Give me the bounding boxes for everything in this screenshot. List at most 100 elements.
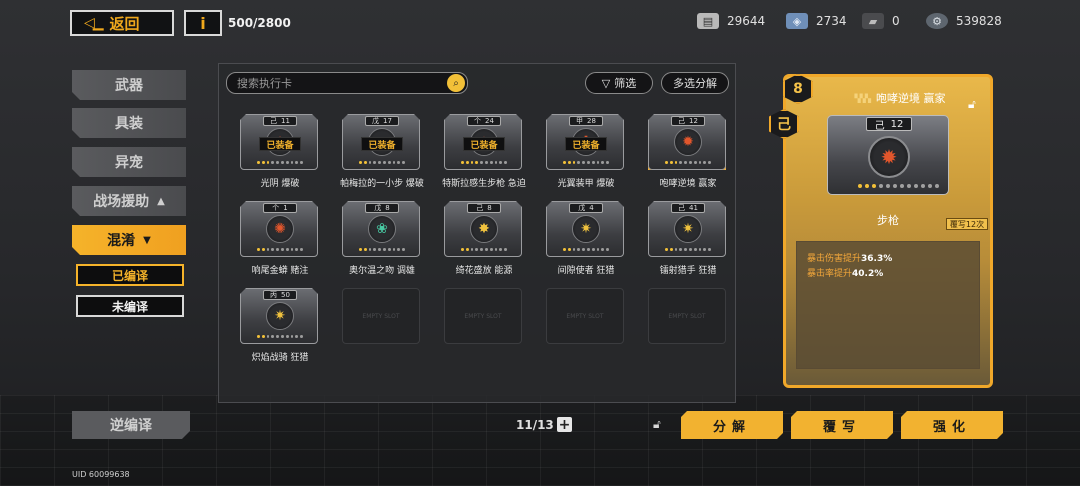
stat-line: 暴击率提升40.2% [807, 269, 884, 279]
card-cell[interactable]: 己 41 ✷ 镭射猎手 狂猎 [648, 201, 728, 278]
empty-slot-frame: EMPTY SLOT [546, 288, 624, 344]
empty-slot-frame: EMPTY SLOT [648, 288, 726, 344]
card-cell[interactable]: 丙 50 ✷ 炽焰战骑 狂猎 [240, 288, 320, 365]
sidebar-item-battlefield-support[interactable]: 战场援助 ▲ [72, 186, 186, 216]
inventory-capacity: 500/2800 [228, 16, 291, 30]
card-tag: 己 12 [671, 116, 705, 126]
card-name: 咆哮逆境 赢家 [659, 179, 717, 189]
card-tag: 个 24 [467, 116, 501, 126]
card-tag: 己 11 [263, 116, 297, 126]
sidebar-item-obfuscation[interactable]: 混淆 ▼ [72, 225, 186, 255]
plus-icon[interactable]: + [557, 417, 572, 433]
sidebar-item-weapon[interactable]: 武器 [72, 70, 186, 100]
card-cell[interactable]: 个 24 ✦ 已装备 特斯拉感生步枪 急迫 [442, 114, 526, 191]
card-cell[interactable]: 己 11 ★ 已装备 光阴 爆破 [240, 114, 320, 191]
filter-button[interactable]: ▽ 筛选 [585, 72, 653, 94]
sub-tab-compiled[interactable]: 已编译 [76, 264, 184, 286]
card-thumbnail[interactable]: 己 8 ✸ [444, 201, 522, 257]
card-cell[interactable]: 戊 4 ✷ 间隙使者 狂猎 [546, 201, 626, 278]
page-count: 11/13 [516, 418, 554, 432]
card-tag: 甲 28 [569, 116, 603, 126]
card-thumbnail[interactable]: 甲 28 ✚ 已装备 [546, 114, 624, 170]
lock-icon[interactable]: 🔓︎ [968, 97, 976, 112]
emblem-icon: ❀ [368, 215, 396, 243]
emblem-icon: ✺ [266, 215, 294, 243]
overwrite-button[interactable]: 覆写 [791, 411, 893, 439]
card-thumbnail[interactable]: 丙 50 ✷ [240, 288, 318, 344]
stripe-decoration-icon: ▚▚▚ [854, 93, 872, 103]
empty-slot: EMPTY SLOT [546, 288, 626, 365]
emblem-icon: ✸ [470, 215, 498, 243]
level-pips [257, 335, 303, 339]
card-thumbnail[interactable]: 戊 17 ◆ 已装备 [342, 114, 420, 170]
empty-slot-frame: EMPTY SLOT [444, 288, 522, 344]
card-thumbnail[interactable]: 己 41 ✷ [648, 201, 726, 257]
cash-icon: ▤ [697, 13, 719, 29]
sidebar-item-pet[interactable]: 异宠 [72, 147, 186, 177]
equipped-badge: 已装备 [259, 137, 301, 151]
back-button[interactable]: ◁▁ 返回 [70, 10, 174, 36]
search-input[interactable]: 搜索执行卡 ⌕ [226, 72, 468, 94]
level-pips [563, 161, 609, 165]
detail-card-image: 己 12 ✹ [827, 115, 949, 195]
level-pips [359, 248, 405, 252]
card-thumbnail[interactable]: 戊 8 ❀ [342, 201, 420, 257]
card-cell[interactable]: 戊 8 ❀ 奥尔温之吻 调雄 [342, 201, 422, 278]
decompose-button[interactable]: 分解 [681, 411, 783, 439]
user-id: UID 60099638 [72, 470, 130, 479]
card-tag: 戊 4 [569, 203, 603, 213]
equipped-badge: 已装备 [463, 137, 505, 151]
reverse-compile-button[interactable]: 逆编译 [72, 411, 190, 439]
card-thumbnail[interactable]: 戊 4 ✷ [546, 201, 624, 257]
currency-cube: ◈ 2734 [786, 13, 847, 29]
info-button[interactable]: i [184, 10, 222, 36]
card-thumbnail[interactable]: 己 11 ★ 已装备 [240, 114, 318, 170]
detail-title-bar: ▚▚▚ 咆哮逆境 赢家 [825, 89, 975, 107]
card-tag: 己 8 [467, 203, 501, 213]
unlock-icon[interactable]: 🔓︎ [653, 417, 661, 432]
gear-coin-icon: ⚙ [926, 13, 948, 29]
detail-title: 咆哮逆境 赢家 [875, 92, 946, 105]
equipped-badge: 已装备 [361, 137, 403, 151]
stat-line: 暴击伤害提升36.3% [807, 254, 893, 264]
level-pips [461, 248, 507, 252]
emblem-icon: ✹ [868, 136, 910, 178]
cube-icon: ◈ [786, 13, 808, 29]
rewrite-count-badge: 覆写12次 [946, 218, 988, 230]
bulk-decompose-button[interactable]: 多选分解 [661, 72, 729, 94]
currency-gear: ⚙ 539828 [926, 13, 1002, 29]
stats-box: 暴击伤害提升36.3% 暴击率提升40.2% [796, 241, 980, 369]
card-tag: 戊 17 [365, 116, 399, 126]
search-icon[interactable]: ⌕ [447, 74, 465, 92]
card-thumbnail[interactable]: 己 12 ✹ [648, 114, 726, 170]
enhance-button[interactable]: 强化 [901, 411, 1003, 439]
filter-icon: ▽ [601, 76, 611, 90]
level-pips [665, 248, 711, 252]
card-tag: 己 41 [671, 203, 705, 213]
weapon-type: 步枪 [877, 214, 899, 227]
card-thumbnail[interactable]: 个 1 ✺ [240, 201, 318, 257]
sidebar-item-armor[interactable]: 具装 [72, 108, 186, 138]
card-thumbnail[interactable]: 个 24 ✦ 已装备 [444, 114, 522, 170]
detail-card-tag: 己 12 [866, 117, 912, 132]
card-cell[interactable]: 个 1 ✺ 响尾金蟒 赌注 [240, 201, 320, 278]
currency-cash: ▤ 29644 [697, 13, 765, 29]
card-tag: 丙 50 [263, 290, 297, 300]
empty-slot-frame: EMPTY SLOT [342, 288, 420, 344]
chevron-up-icon: ▲ [157, 195, 165, 207]
equipped-badge: 已装备 [565, 137, 607, 151]
card-cell[interactable]: 甲 28 ✚ 已装备 光翼装甲 爆破 [546, 114, 626, 191]
card-cell[interactable]: 己 12 ✹ 咆哮逆境 赢家 [648, 114, 728, 191]
chip-icon: ▰ [862, 13, 884, 29]
sub-tab-uncompiled[interactable]: 未编译 [76, 295, 184, 317]
level-pips [563, 248, 609, 252]
currency-chip: ▰ 0 [862, 13, 900, 29]
emblem-icon: ✹ [674, 128, 702, 156]
card-cell[interactable]: 戊 17 ◆ 已装备 帕梅拉的一小步 爆破 [340, 114, 424, 191]
emblem-icon: ✷ [674, 215, 702, 243]
emblem-icon: ✷ [572, 215, 600, 243]
level-pips [257, 248, 303, 252]
card-name: 镭射猎手 狂猎 [659, 266, 717, 276]
card-cell[interactable]: 己 8 ✸ 绮花盛放 能源 [444, 201, 524, 278]
level-pips [461, 161, 507, 165]
